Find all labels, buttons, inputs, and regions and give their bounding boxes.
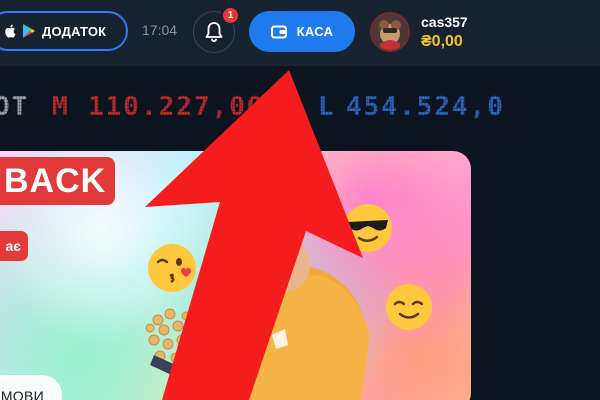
wallet-icon — [270, 25, 287, 38]
sunglasses-emoji-icon — [344, 204, 392, 252]
cashback-title: BACK — [4, 161, 107, 200]
jackpot-l-value: 454.524,0 — [346, 92, 505, 122]
apple-icon — [4, 24, 16, 38]
cashier-button[interactable]: КАСА — [249, 11, 355, 52]
account-balance: ₴0,00 — [421, 33, 463, 50]
relieved-emoji-icon — [386, 284, 432, 330]
top-header: ДОДАТОК 17:04 1 КАСА cas357 ₴0,00 — [0, 0, 600, 66]
ticker-prefix: OT — [0, 92, 30, 122]
terms-button-label: МОВИ — [0, 388, 44, 400]
google-play-icon — [22, 23, 36, 39]
cashier-label: КАСА — [296, 24, 334, 39]
user-avatar[interactable] — [370, 12, 410, 52]
kiss-emoji-icon — [148, 244, 196, 292]
jackpot-l-label: L — [318, 92, 336, 122]
username: cas357 — [421, 14, 468, 30]
download-app-button[interactable]: ДОДАТОК — [0, 11, 128, 51]
cashback-title-tag: BACK — [0, 157, 115, 205]
jackpot-ticker: OT M 110.227,00 L 454.524,0 — [0, 92, 600, 128]
page: ДОДАТОК 17:04 1 КАСА cas357 ₴0,00 OT M 1… — [0, 0, 600, 400]
banner-subtitle-tag: ає — [0, 231, 28, 261]
jackpot-m-label: M — [52, 92, 70, 122]
banner-subtitle: ає — [5, 238, 21, 254]
download-app-label: ДОДАТОК — [42, 23, 107, 39]
notification-badge: 1 — [221, 6, 240, 25]
clock-time: 17:04 — [142, 22, 178, 38]
jackpot-m-value: 110.227,00 — [88, 92, 265, 122]
bell-icon — [205, 22, 223, 43]
terms-button[interactable]: МОВИ — [0, 375, 62, 400]
